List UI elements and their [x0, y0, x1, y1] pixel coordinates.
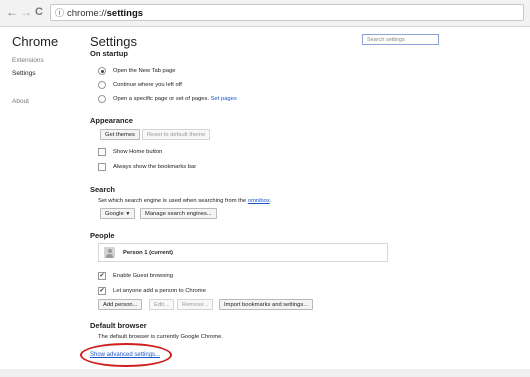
- sidebar-item-about[interactable]: About: [12, 98, 29, 105]
- checkbox-icon[interactable]: [98, 148, 106, 156]
- option-label: Open a specific page or set of pages.: [113, 96, 210, 102]
- manage-search-engines-button[interactable]: Manage search engines...: [140, 208, 217, 219]
- section-title-people: People: [90, 231, 115, 240]
- checkbox-label: Always show the bookmarks bar: [113, 164, 197, 170]
- edit-person-button[interactable]: Edit...: [149, 299, 174, 310]
- omnibox-link[interactable]: omnibox: [248, 198, 270, 204]
- back-icon[interactable]: ←: [6, 5, 18, 19]
- section-title-appearance: Appearance: [90, 116, 133, 125]
- bottom-bar: [0, 369, 530, 377]
- url-host: settings: [106, 8, 144, 19]
- annotation-ellipse: [80, 343, 172, 367]
- reset-theme-button[interactable]: Reset to default theme: [142, 129, 211, 140]
- sidebar-title: Chrome: [12, 34, 59, 49]
- search-description-text: Set which search engine is used when sea…: [98, 198, 247, 204]
- page-title: Settings: [90, 34, 137, 49]
- dropdown-arrow-icon: ▼: [125, 211, 131, 217]
- search-description: Set which search engine is used when sea…: [98, 198, 271, 204]
- person-name: Person 1 (current): [123, 250, 173, 256]
- search-description-end: .: [269, 198, 272, 204]
- browser-toolbar: ← → C ⓘ chrome://settings: [0, 0, 530, 27]
- person-list[interactable]: Person 1 (current): [98, 243, 388, 262]
- checkbox-label: Show Home button: [113, 149, 163, 155]
- guest-browsing-checkbox-row[interactable]: ✔ Enable Guest browsing: [98, 272, 173, 280]
- section-title-on-startup: On startup: [90, 49, 128, 58]
- checkbox-icon[interactable]: [98, 163, 106, 171]
- remove-person-button[interactable]: Remove...: [177, 299, 214, 310]
- forward-icon[interactable]: →: [20, 5, 32, 19]
- radio-icon[interactable]: [98, 95, 106, 103]
- radio-icon[interactable]: [98, 81, 106, 89]
- url-prefix: chrome://: [67, 8, 107, 19]
- address-bar[interactable]: ⓘ chrome://settings: [50, 4, 524, 21]
- checkbox-checked-icon[interactable]: ✔: [98, 272, 106, 280]
- radio-checked-icon[interactable]: [98, 67, 106, 75]
- startup-option-new-tab[interactable]: Open the New Tab page: [98, 67, 175, 75]
- search-engine-value: Google: [105, 211, 124, 217]
- avatar: [104, 247, 115, 258]
- get-themes-button[interactable]: Get themes: [100, 129, 140, 140]
- sidebar-item-settings[interactable]: Settings: [12, 70, 36, 77]
- reload-icon[interactable]: C: [35, 5, 43, 19]
- add-person-button[interactable]: Add person...: [98, 299, 143, 310]
- startup-option-specific-pages[interactable]: Open a specific page or set of pages. Se…: [98, 95, 237, 103]
- add-anyone-checkbox-row[interactable]: ✔ Let anyone add a person to Chrome: [98, 287, 206, 295]
- startup-option-continue[interactable]: Continue where you left off: [98, 81, 182, 89]
- search-input[interactable]: Search settings: [362, 34, 439, 45]
- section-title-search: Search: [90, 185, 116, 194]
- set-pages-link[interactable]: Set pages: [211, 96, 237, 102]
- search-engine-select[interactable]: Google ▼: [100, 208, 136, 219]
- show-bookmarks-checkbox-row[interactable]: Always show the bookmarks bar: [98, 163, 196, 171]
- option-label: Open the New Tab page: [113, 68, 176, 74]
- default-browser-status: The default browser is currently Google …: [98, 334, 224, 340]
- sidebar-item-extensions[interactable]: Extensions: [12, 57, 44, 64]
- option-label: Continue where you left off: [113, 82, 182, 88]
- checkbox-label: Let anyone add a person to Chrome: [113, 288, 206, 294]
- show-home-checkbox-row[interactable]: Show Home button: [98, 148, 162, 156]
- checkbox-checked-icon[interactable]: ✔: [98, 287, 106, 295]
- info-icon[interactable]: ⓘ: [55, 8, 64, 18]
- section-title-default-browser: Default browser: [90, 321, 147, 330]
- checkbox-label: Enable Guest browsing: [113, 273, 173, 279]
- import-bookmarks-button[interactable]: Import bookmarks and settings...: [219, 299, 314, 310]
